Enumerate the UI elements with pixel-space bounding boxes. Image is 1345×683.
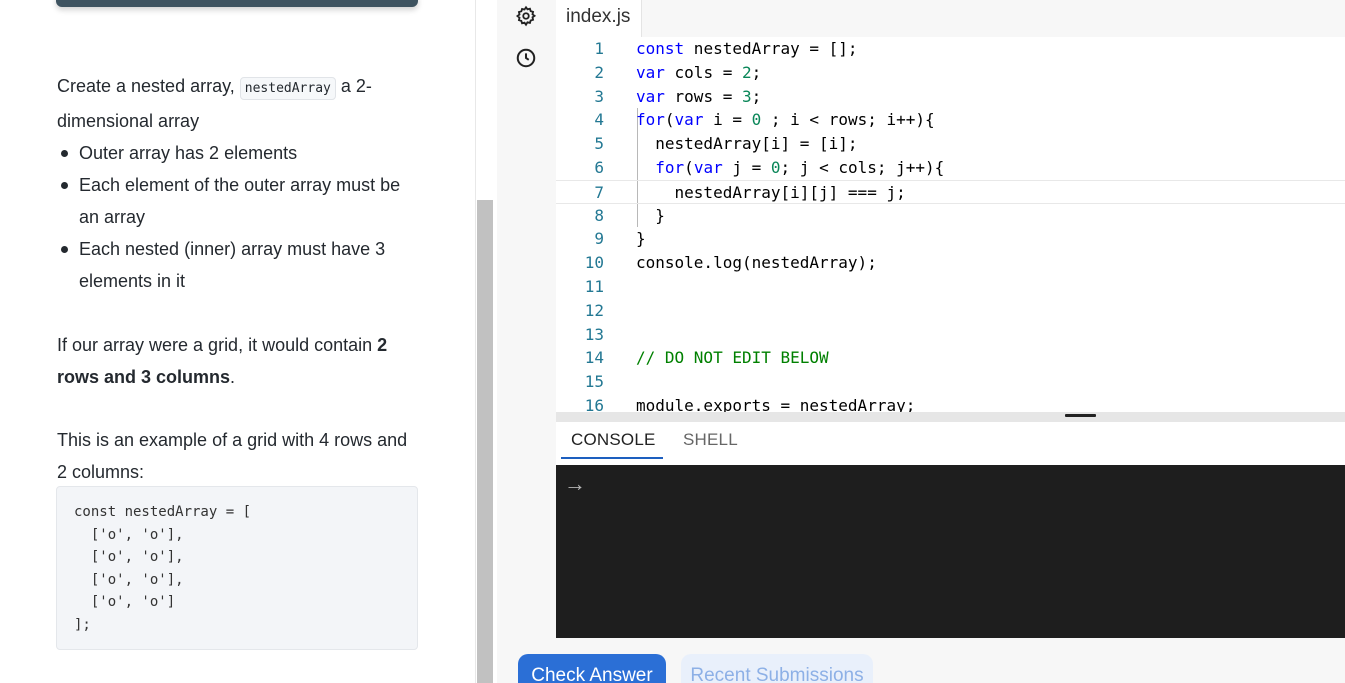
line-code: nestedArray[i][j] === j; xyxy=(636,182,906,202)
code-line[interactable]: 5 nestedArray[i] = [i]; xyxy=(556,132,1345,156)
editor-tab-strip xyxy=(556,0,1345,37)
inline-code-nestedArray: nestedArray xyxy=(239,77,336,100)
code-line[interactable]: 10 console.log(nestedArray); xyxy=(556,251,1345,275)
line-number: 7 xyxy=(594,182,604,202)
code-line-active[interactable]: 7 nestedArray[i][j] === j; xyxy=(556,179,1345,204)
grid-text: If our array were a grid, it would conta… xyxy=(57,335,378,355)
code-line[interactable]: 3 var rows = 3; xyxy=(556,85,1345,109)
scrollbar-thumb[interactable] xyxy=(477,200,493,683)
line-code: } xyxy=(636,229,646,249)
line-number: 15 xyxy=(584,372,604,392)
example-intro: This is an example of a grid with 4 rows… xyxy=(57,430,408,482)
line-number: 12 xyxy=(584,300,604,320)
panel-resizer[interactable] xyxy=(556,412,1345,422)
line-number: 8 xyxy=(594,205,604,225)
code-line[interactable]: 4 for(var i = 0 ; i < rows; i++){ xyxy=(556,108,1345,132)
tab-index-js[interactable]: index.js xyxy=(556,0,642,37)
line-code: console.log(nestedArray); xyxy=(636,253,877,273)
line-number: 6 xyxy=(594,158,604,177)
intro-text: Create a nested array, xyxy=(57,76,240,96)
console-tabs xyxy=(556,422,1345,465)
intro-paragraph: Create a nested array, nestedArray a 2-d… xyxy=(57,70,419,137)
settings-icon[interactable] xyxy=(515,5,537,27)
line-number: 5 xyxy=(594,134,604,154)
code-line[interactable]: 2 var cols = 2; xyxy=(556,61,1345,85)
console-output[interactable] xyxy=(556,465,1345,638)
line-number: 14 xyxy=(584,348,604,368)
resize-handle[interactable] xyxy=(1065,414,1096,417)
tab-shell[interactable]: SHELL xyxy=(683,430,738,450)
line-number: 11 xyxy=(584,277,604,296)
instructions-panel: Create a nested array, nestedArray a 2-d… xyxy=(0,0,475,683)
code-line[interactable]: 9} xyxy=(556,227,1345,251)
line-number: 13 xyxy=(584,324,604,344)
code-line[interactable]: 12 xyxy=(556,299,1345,323)
code-line[interactable]: 8 } xyxy=(556,204,1345,228)
line-code: for(var j = 0; j < cols; j++){ xyxy=(655,158,945,177)
list-item: Each nested (inner) array must have 3 el… xyxy=(57,233,419,297)
line-code: } xyxy=(636,205,665,225)
recent-submissions-button[interactable]: Recent Submissions xyxy=(681,654,873,683)
requirements-list: Outer array has 2 elements Each element … xyxy=(57,137,419,297)
grid-paragraph: If our array were a grid, it would conta… xyxy=(57,329,419,393)
line-number: 2 xyxy=(594,62,604,82)
panel-header-bar xyxy=(56,0,418,7)
instructions-text: Create a nested array, nestedArray a 2-d… xyxy=(57,70,419,488)
line-number: 9 xyxy=(594,229,604,249)
line-number: 10 xyxy=(584,253,604,273)
example-code: const nestedArray = [ ['o', 'o'], ['o', … xyxy=(74,504,252,633)
history-icon[interactable] xyxy=(515,47,537,69)
list-item: Outer array has 2 elements xyxy=(57,137,419,169)
console-prompt-icon: → xyxy=(564,471,586,496)
line-number: 1 xyxy=(594,39,604,58)
code-line[interactable]: 15 xyxy=(556,370,1345,394)
line-number: 3 xyxy=(594,86,604,106)
code-line[interactable]: 14 // DO NOT EDIT BELOW xyxy=(556,346,1345,370)
check-answer-button[interactable]: Check Answer xyxy=(518,654,666,683)
code-line[interactable]: 16 module.exports = nestedArray; xyxy=(556,394,1345,412)
code-editor[interactable]: 1 const nestedArray = []; 2 var cols = 2; … xyxy=(556,37,1345,412)
code-line[interactable]: 1 const nestedArray = []; xyxy=(556,37,1345,61)
line-code: nestedArray[i] = [i]; xyxy=(636,134,858,154)
list-item: Each element of the outer array must be … xyxy=(57,169,419,233)
editor-icon-rail xyxy=(497,0,556,638)
line-code: var rows = 3; xyxy=(636,86,762,106)
example-code-block: const nestedArray = [ ['o', 'o'], ['o', … xyxy=(56,486,418,650)
line-number: 4 xyxy=(594,110,604,130)
line-code: var cols = 2; xyxy=(636,62,762,82)
tab-console[interactable]: CONSOLE xyxy=(571,430,656,450)
line-code: const nestedArray = []; xyxy=(636,39,858,58)
active-tab-indicator xyxy=(561,457,663,459)
grid-text-end: . xyxy=(230,367,236,387)
line-number: 16 xyxy=(584,396,604,412)
line-code: for(var i = 0 ; i < rows; i++){ xyxy=(636,110,935,130)
line-code: // DO NOT EDIT BELOW xyxy=(636,348,829,368)
code-line[interactable]: 11 xyxy=(556,275,1345,299)
code-line[interactable]: 6 for(var j = 0; j < cols; j++){ xyxy=(556,156,1345,180)
code-line[interactable]: 13 xyxy=(556,323,1345,347)
line-code: module.exports = nestedArray; xyxy=(636,396,916,412)
